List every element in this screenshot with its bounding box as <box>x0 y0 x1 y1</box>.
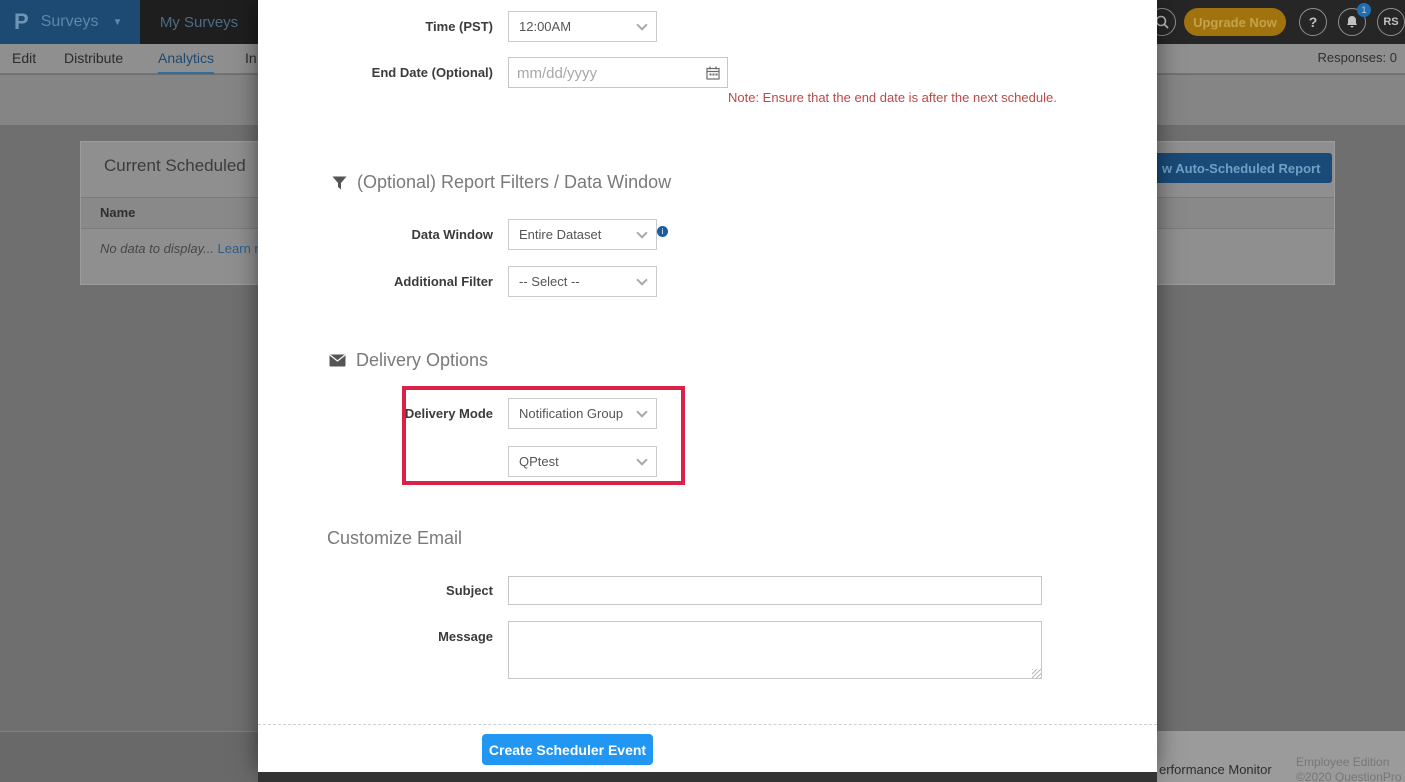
filters-section-heading: (Optional) Report Filters / Data Window <box>332 172 671 193</box>
calendar-icon[interactable] <box>706 66 720 80</box>
customize-email-heading: Customize Email <box>327 528 462 549</box>
end-date-label: End Date (Optional) <box>258 57 493 88</box>
surveys-menu[interactable]: Surveys <box>41 13 99 31</box>
questionpro-logo-icon: P <box>14 9 29 35</box>
panel-title: Current Scheduled <box>104 156 246 176</box>
info-icon[interactable]: i <box>657 226 668 237</box>
data-window-select[interactable]: Entire Dataset <box>508 219 657 250</box>
chevron-down-icon <box>636 19 647 30</box>
textarea-resize-handle[interactable] <box>1032 669 1041 678</box>
create-scheduler-event-button[interactable]: Create Scheduler Event <box>482 734 653 765</box>
footer-edition-label: Employee Edition <box>1296 755 1389 769</box>
modal-footer-divider <box>258 724 1157 725</box>
my-surveys-tab[interactable]: My Surveys <box>140 0 258 44</box>
avatar[interactable]: RS <box>1377 8 1405 36</box>
screen: P Surveys ▼ My Surveys Upgrade Now ? 1 R… <box>0 0 1405 782</box>
additional-filter-select[interactable]: -- Select -- <box>508 266 657 297</box>
tab-analytics[interactable]: Analytics <box>158 44 214 74</box>
chevron-down-icon <box>636 274 647 285</box>
subject-label: Subject <box>258 575 493 606</box>
no-data-text: No data to display... <box>100 241 218 256</box>
notification-badge: 1 <box>1357 3 1371 17</box>
upgrade-now-button[interactable]: Upgrade Now <box>1184 8 1286 36</box>
subject-input[interactable] <box>508 576 1042 605</box>
filters-heading-text: (Optional) Report Filters / Data Window <box>357 172 671 193</box>
message-label: Message <box>258 621 493 652</box>
time-label: Time (PST) <box>258 11 493 42</box>
additional-filter-label: Additional Filter <box>258 266 493 297</box>
delivery-mode-select[interactable]: Notification Group <box>508 398 657 429</box>
tab-integrations[interactable]: In <box>245 44 257 74</box>
brand-block[interactable]: P Surveys ▼ <box>0 0 140 44</box>
customize-heading-text: Customize Email <box>327 528 462 549</box>
end-date-input[interactable] <box>508 57 728 88</box>
notification-group-select-value: QPtest <box>519 454 638 469</box>
help-icon[interactable]: ? <box>1299 8 1327 36</box>
new-auto-scheduled-report-button[interactable]: w Auto-Scheduled Report <box>1150 153 1332 183</box>
delivery-mode-label: Delivery Mode <box>258 398 493 429</box>
responses-count: Responses: 0 <box>1318 50 1398 65</box>
envelope-icon <box>329 354 346 367</box>
column-header-name: Name <box>100 205 135 220</box>
delivery-heading-text: Delivery Options <box>356 350 488 371</box>
empty-table-message: No data to display... Learn m <box>100 241 265 256</box>
tab-edit[interactable]: Edit <box>12 44 36 74</box>
notification-group-select[interactable]: QPtest <box>508 446 657 477</box>
chevron-down-icon <box>636 227 647 238</box>
time-select[interactable]: 12:00AM <box>508 11 657 42</box>
tab-distribute[interactable]: Distribute <box>64 44 123 74</box>
additional-filter-select-value: -- Select -- <box>519 274 638 289</box>
modal-bottom-strip <box>258 772 1157 782</box>
data-window-label: Data Window <box>258 219 493 250</box>
chevron-down-icon: ▼ <box>112 17 122 28</box>
filter-funnel-icon <box>332 176 347 190</box>
chevron-down-icon <box>636 454 647 465</box>
footer-copyright: ©2020 QuestionPro <box>1296 770 1402 782</box>
delivery-section-heading: Delivery Options <box>329 350 488 371</box>
data-window-select-value: Entire Dataset <box>519 227 638 242</box>
footer-performance-monitor-link[interactable]: erformance Monitor <box>1159 762 1272 777</box>
chevron-down-icon <box>636 406 647 417</box>
scheduler-modal: Time (PST) 12:00AM End Date (Optional) N… <box>258 0 1157 772</box>
time-select-value: 12:00AM <box>519 19 638 34</box>
end-date-note: Note: Ensure that the end date is after … <box>728 90 1148 105</box>
message-textarea[interactable] <box>508 621 1042 679</box>
delivery-mode-select-value: Notification Group <box>519 406 638 421</box>
